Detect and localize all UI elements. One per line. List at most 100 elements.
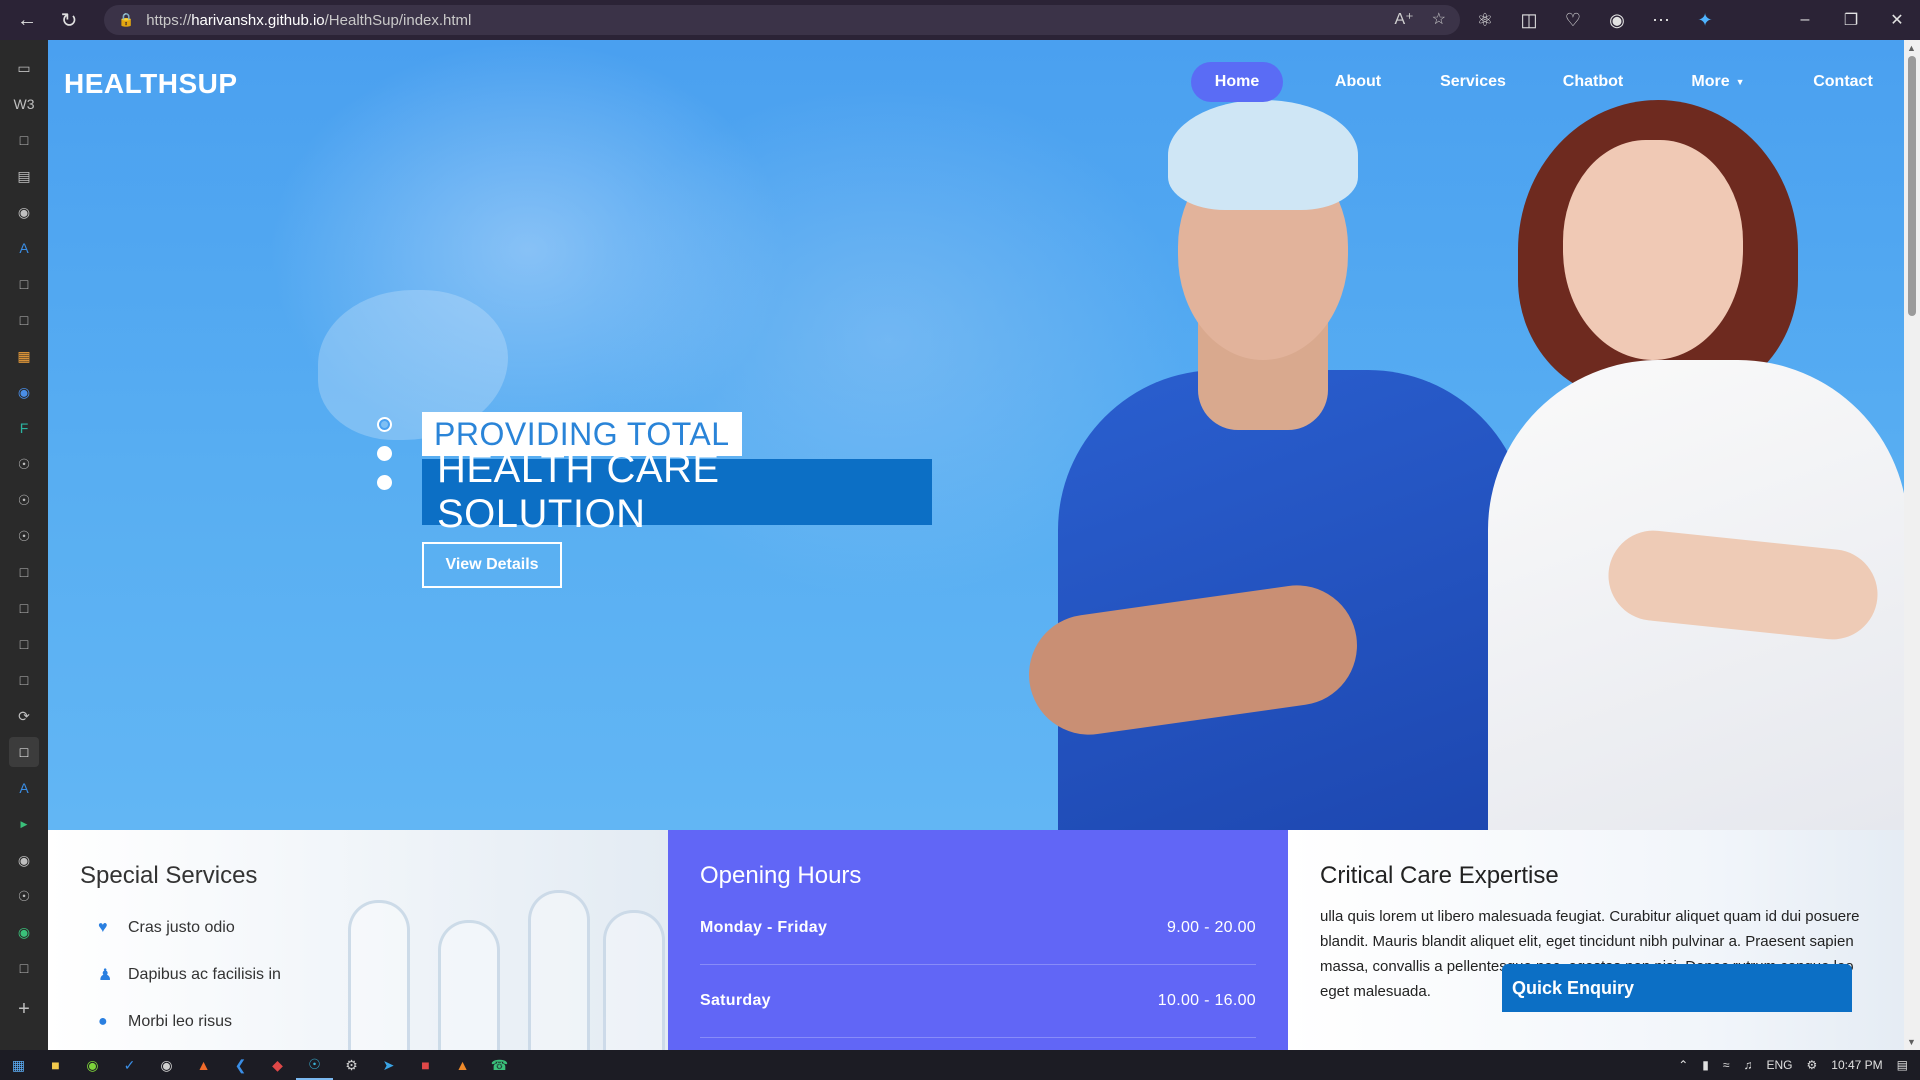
edge-icon[interactable]: ☉ [296, 1050, 333, 1080]
page-scrollbar[interactable]: ▲ ▼ [1904, 40, 1920, 1050]
page-icon[interactable]: □ [9, 269, 39, 299]
restore-icon[interactable]: ❐ [1828, 0, 1874, 40]
windows-start-icon[interactable]: ▦ [0, 1050, 37, 1080]
azure-icon[interactable]: A [9, 233, 39, 263]
carousel-indicator[interactable] [377, 417, 392, 432]
app-icon[interactable]: ◉ [9, 917, 39, 947]
volume-icon[interactable]: ♫ [1744, 1058, 1753, 1072]
windows-taskbar: ▦ ■ ◉ ✓ ◉ ▲ ❮ ◆ ☉ ⚙ ➤ ■ ▲ ☎ ⌃ ▮ ≈ ♫ ENG … [0, 1050, 1920, 1080]
main-nav: Home About Services Chatbot More ▼ Contac… [1191, 62, 1893, 102]
back-icon[interactable]: ← [10, 3, 44, 37]
app-icon[interactable]: F [9, 413, 39, 443]
app-icon[interactable]: ◉ [74, 1050, 111, 1080]
app-icon[interactable]: ☉ [9, 881, 39, 911]
brave-icon[interactable]: ▲ [185, 1050, 222, 1080]
hours-time: 10.00 - 16.00 [1157, 992, 1256, 1009]
chrome-icon[interactable]: ☉ [9, 449, 39, 479]
carousel-indicator[interactable] [377, 446, 392, 461]
special-services-panel: Special Services ♥ Cras justo odio ♟ Dapib… [48, 830, 668, 1050]
file-explorer-icon[interactable]: ■ [37, 1050, 74, 1080]
scroll-down-icon[interactable]: ▼ [1907, 1037, 1916, 1047]
gear-icon[interactable]: ⚙ [1807, 1058, 1818, 1072]
app-icon[interactable]: ◉ [9, 377, 39, 407]
scroll-up-icon[interactable]: ▲ [1907, 43, 1916, 53]
azure-icon[interactable]: A [9, 773, 39, 803]
page-icon[interactable]: ▤ [9, 161, 39, 191]
user-md-icon: ♟ [98, 966, 113, 984]
app-icon[interactable]: ◆ [259, 1050, 296, 1080]
vlc-icon[interactable]: ▲ [444, 1050, 481, 1080]
app-icon[interactable]: ⟳ [9, 701, 39, 731]
github-icon[interactable]: ◉ [9, 197, 39, 227]
carousel-indicators [377, 417, 392, 490]
page-icon[interactable]: □ [9, 557, 39, 587]
chrome-icon[interactable]: ☉ [9, 521, 39, 551]
app-icon[interactable]: ◉ [148, 1050, 185, 1080]
nav-about[interactable]: About [1303, 62, 1413, 102]
page-icon[interactable]: □ [9, 665, 39, 695]
service-label: Dapibus ac facilisis in [128, 965, 281, 983]
more-icon[interactable]: ⋯ [1644, 3, 1678, 37]
view-details-button[interactable]: View Details [422, 542, 562, 588]
page-icon[interactable]: □ [9, 953, 39, 983]
browser-sidebar: ▭ W3 □ ▤ ◉ A □ □ ▦ ◉ F ☉ ☉ ☉ □ □ □ □ ⟳ □… [0, 40, 48, 1050]
whatsapp-icon[interactable]: ☎ [481, 1050, 518, 1080]
split-screen-icon[interactable]: ◫ [1512, 3, 1546, 37]
chevron-up-icon[interactable]: ⌃ [1678, 1058, 1688, 1072]
tab-icon[interactable]: ▭ [9, 53, 39, 83]
clock[interactable]: 10:47 PM [1831, 1058, 1882, 1072]
site-logo[interactable]: HEALTHSUP [64, 68, 238, 100]
language-indicator[interactable]: ENG [1767, 1058, 1793, 1072]
telegram-icon[interactable]: ➤ [370, 1050, 407, 1080]
page-icon[interactable]: □ [9, 305, 39, 335]
quick-enquiry-button[interactable]: Quick Enquiry [1502, 964, 1852, 1012]
scrollbar-thumb[interactable] [1908, 56, 1916, 316]
favorite-icon[interactable]: ☆ [1432, 9, 1446, 29]
profile-icon[interactable]: ◉ [1600, 3, 1634, 37]
copilot-icon[interactable]: ✦ [1688, 3, 1722, 37]
extensions-icon[interactable]: ⚛ [1468, 3, 1502, 37]
url-path: /HealthSup/index.html [324, 11, 472, 29]
carousel-indicator[interactable] [377, 475, 392, 490]
critical-care-title: Critical Care Expertise [1320, 862, 1559, 889]
battery-icon[interactable]: ▮ [1702, 1058, 1709, 1072]
pills-icon: ● [98, 1012, 108, 1030]
github-icon[interactable]: ◉ [9, 845, 39, 875]
minimize-icon[interactable]: – [1782, 0, 1828, 40]
microsoft-icon[interactable]: ▦ [9, 341, 39, 371]
caret-down-icon: ▼ [1735, 77, 1745, 87]
nav-contact[interactable]: Contact [1793, 62, 1893, 102]
notification-icon[interactable]: ▤ [1897, 1058, 1908, 1072]
settings-icon[interactable]: ⚙ [333, 1050, 370, 1080]
list-item: ♟ Dapibus ac facilisis in [80, 951, 636, 998]
page-icon[interactable]: □ [9, 125, 39, 155]
address-bar[interactable]: 🔒 https://harivanshx.github.io/HealthSup… [104, 5, 1460, 35]
list-item: ● Morbi leo risus [80, 998, 636, 1045]
page-icon[interactable]: □ [9, 737, 39, 767]
special-services-title: Special Services [80, 862, 258, 889]
url-prefix: https:// [146, 11, 192, 29]
refresh-icon[interactable]: ↻ [52, 3, 86, 37]
nav-more-dropdown[interactable]: More ▼ [1663, 62, 1773, 102]
opening-hours-panel: Opening Hours Monday - Friday 9.00 - 20.… [668, 830, 1288, 1050]
vscode-icon[interactable]: ❮ [222, 1050, 259, 1080]
read-aloud-icon[interactable]: A⁺ [1395, 9, 1414, 29]
hours-time: 9.00 - 20.00 [1167, 919, 1256, 936]
lock-icon[interactable]: 🔒 [118, 12, 134, 28]
collections-icon[interactable]: ♡ [1556, 3, 1590, 37]
nav-chatbot[interactable]: Chatbot [1543, 62, 1643, 102]
chrome-icon[interactable]: ☉ [9, 485, 39, 515]
close-icon[interactable]: ✕ [1874, 0, 1920, 40]
opening-hours-title: Opening Hours [700, 862, 862, 889]
page-icon[interactable]: □ [9, 593, 39, 623]
wifi-icon[interactable]: ≈ [1723, 1058, 1730, 1072]
add-icon[interactable]: + [9, 994, 39, 1024]
app-icon[interactable]: ■ [407, 1050, 444, 1080]
nav-services[interactable]: Services [1423, 62, 1523, 102]
nav-home[interactable]: Home [1191, 62, 1283, 102]
page-icon[interactable]: □ [9, 629, 39, 659]
play-icon[interactable]: ▶ [9, 809, 39, 839]
w3-icon[interactable]: W3 [9, 89, 39, 119]
critical-care-panel: Critical Care Expertise ulla quis lorem … [1288, 830, 1904, 1050]
todo-icon[interactable]: ✓ [111, 1050, 148, 1080]
